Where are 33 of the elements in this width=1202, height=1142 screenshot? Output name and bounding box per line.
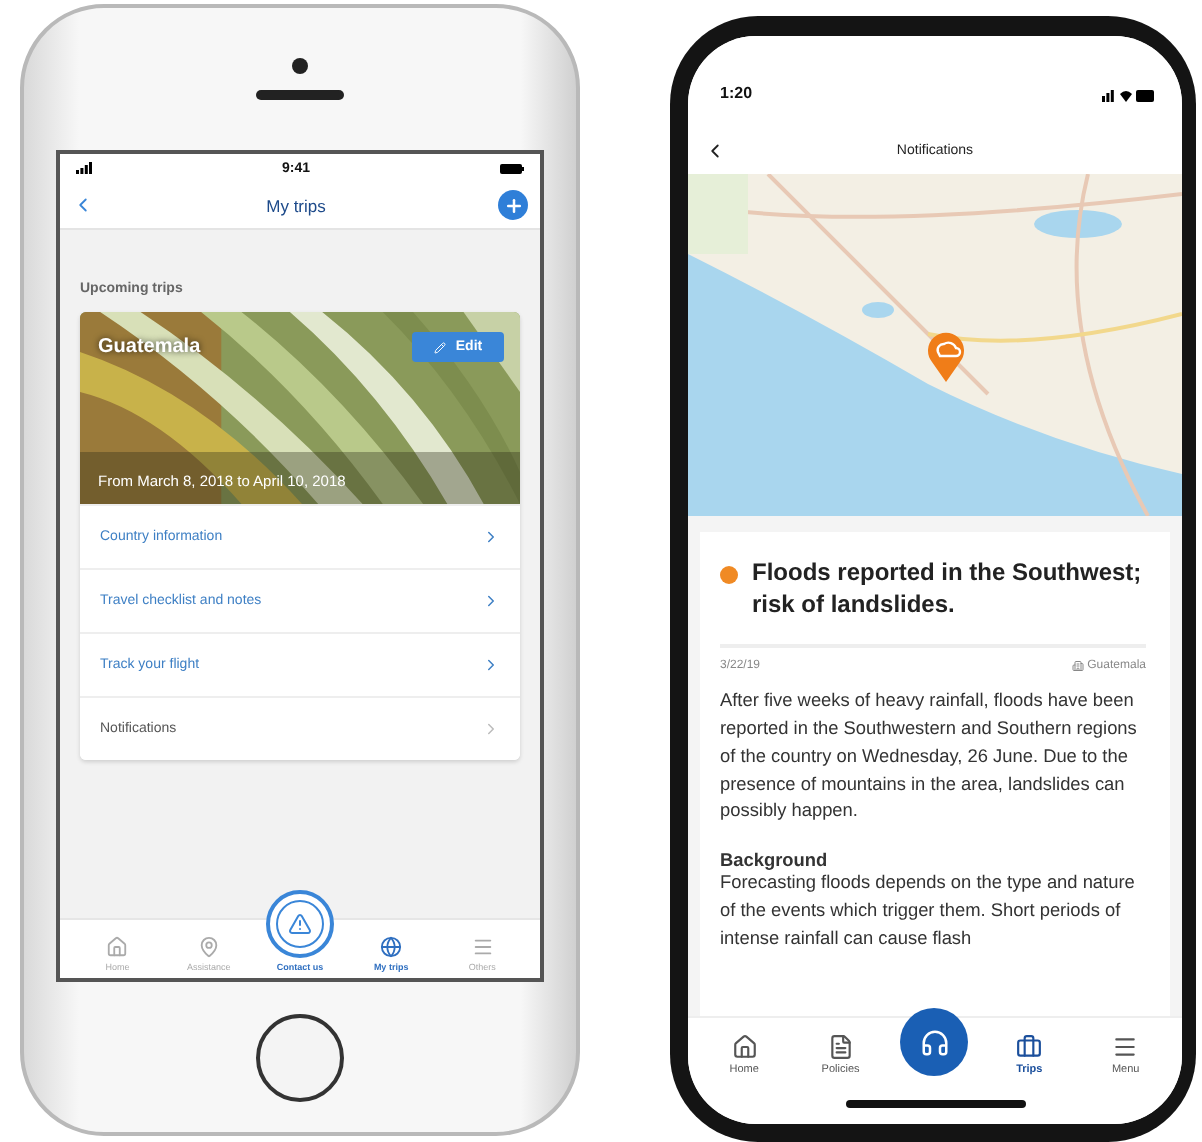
pencil-icon (433, 341, 446, 353)
briefcase-icon (1016, 1034, 1043, 1060)
speaker-icon (256, 90, 344, 100)
map-pin-icon (197, 936, 220, 958)
battery-icon (499, 163, 524, 173)
home-icon (106, 936, 129, 958)
signal-icon (76, 162, 92, 174)
background-text: Forecasting floods depends on the type and nature of the events which trigger them. Short periods of intense rainfall can cause flash (720, 870, 1137, 952)
chevron-icon (482, 720, 500, 738)
status-time: 1:20 (720, 84, 753, 102)
camera-icon (292, 58, 308, 74)
building-icon (1071, 660, 1084, 673)
status-dot (720, 566, 738, 584)
home-icon (731, 1034, 758, 1060)
home-button[interactable] (256, 1013, 344, 1101)
menu-icon (471, 936, 494, 958)
add-button[interactable] (498, 190, 528, 220)
globe-icon (380, 936, 403, 958)
status-icons (1102, 88, 1154, 102)
screen-title: My trips (266, 195, 326, 215)
headset-icon (919, 1027, 950, 1057)
menu-icon (1112, 1034, 1139, 1060)
document-icon (827, 1034, 854, 1060)
chevron-icon (482, 592, 500, 610)
alert-title: Floods reported in the Southwest; risk of landslides. (752, 558, 1144, 621)
map-pin-icon[interactable] (926, 330, 966, 382)
warning-icon (287, 912, 312, 936)
alert-body: After five weeks of heavy rainfall, floods have been reported in the Southwestern and Southern regions of the country on Wednesday, 26 June. Due to the presence of mountains in the area, landslides can possibly happen. (720, 688, 1139, 825)
chevron-icon (482, 656, 500, 674)
section-heading: Background (720, 850, 830, 871)
chevron-icon (482, 528, 500, 546)
plus-icon (503, 195, 523, 215)
support-button[interactable] (900, 1008, 969, 1076)
